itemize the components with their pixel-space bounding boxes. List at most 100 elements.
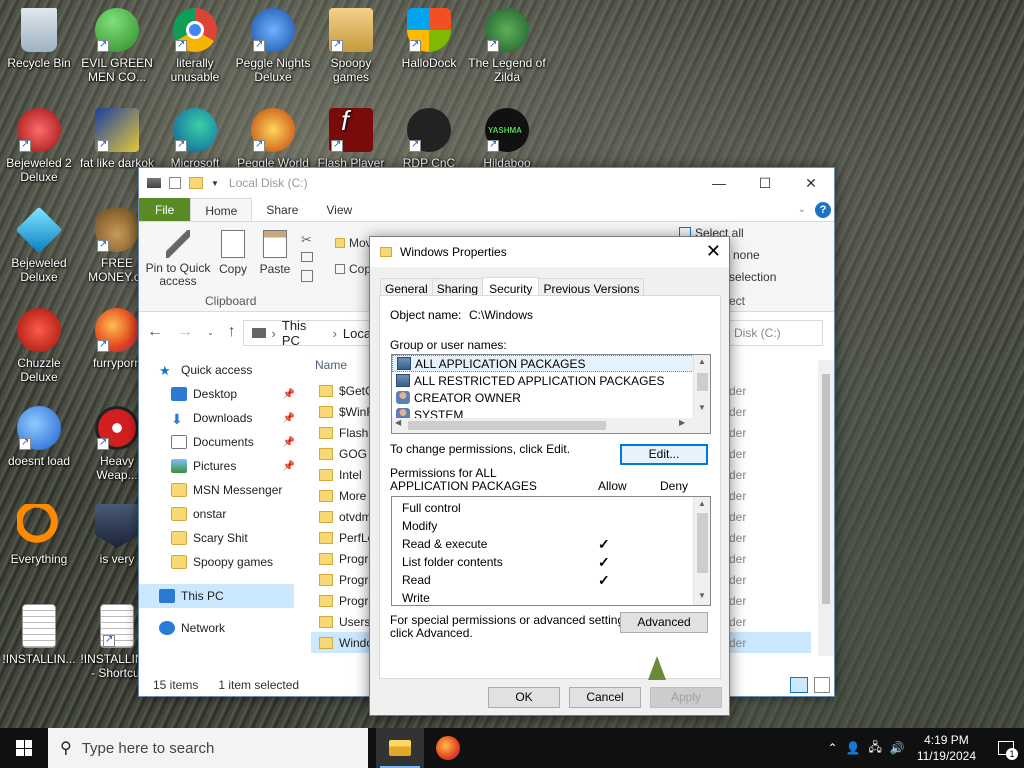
desktop-icon-zilda[interactable]: The Legend of Zilda: [468, 8, 546, 84]
pin-icon[interactable]: 📌: [283, 389, 295, 400]
advanced-button[interactable]: Advanced: [620, 612, 708, 633]
cut-icon[interactable]: ✂: [301, 232, 312, 248]
paste-button[interactable]: Paste: [255, 230, 295, 276]
volume-icon[interactable]: 🔊: [890, 741, 905, 755]
copy-to-button[interactable]: Cop: [335, 262, 371, 276]
edit-button[interactable]: Edit...: [620, 444, 708, 465]
properties-icon[interactable]: [169, 177, 181, 189]
desktop-icon-hallodock[interactable]: HalloDock: [390, 8, 468, 70]
recent-dropdown-icon[interactable]: ⌄: [207, 328, 214, 337]
desktop-icon-recycle-bin[interactable]: Recycle Bin: [0, 8, 78, 70]
tab-view[interactable]: View: [312, 198, 366, 221]
nav-documents[interactable]: Documents 📌: [139, 430, 299, 454]
people-icon[interactable]: 👤: [846, 741, 861, 755]
desktop-icon-peggle-world[interactable]: Peggle World: [234, 108, 312, 170]
nav-spoopy[interactable]: Spoopy games: [139, 550, 299, 574]
pin-icon[interactable]: 📌: [283, 461, 295, 472]
network-icon[interactable]: 🖧: [868, 738, 881, 759]
start-button[interactable]: [0, 728, 48, 768]
taskbar-file-explorer[interactable]: [376, 728, 424, 768]
desktop-icon-bejeweled2[interactable]: Bejeweled 2 Deluxe: [0, 108, 78, 184]
nav-msn[interactable]: MSN Messenger: [139, 478, 299, 502]
group-list[interactable]: ALL APPLICATION PACKAGES ALL RESTRICTED …: [391, 354, 711, 434]
taskbar-firefox[interactable]: [424, 728, 472, 768]
desktop-icon-spoopy[interactable]: Spoopy games: [312, 8, 390, 84]
nav-pictures[interactable]: Pictures 📌: [139, 454, 299, 478]
pin-quick-access-button[interactable]: Pin to Quick access: [145, 230, 211, 288]
desktop-icon-evil-green[interactable]: EVIL GREEN MEN CO...: [78, 8, 156, 84]
desktop-icon-flash[interactable]: f Flash Player: [312, 107, 390, 171]
address-bar[interactable]: › This PC › Local: [243, 318, 375, 348]
customize-qa-icon[interactable]: ▼: [211, 179, 219, 188]
scroll-up-icon[interactable]: ▲: [694, 499, 710, 508]
tab-share[interactable]: Share: [252, 198, 312, 221]
ok-button[interactable]: OK: [488, 687, 560, 708]
desktop-icon-edge[interactable]: Microsoft: [156, 108, 234, 170]
clock[interactable]: 4:19 PM 11/19/2024: [917, 732, 976, 764]
group-list-hscrollbar[interactable]: ◀ ▶: [392, 418, 710, 433]
notification-center-button[interactable]: 1: [988, 728, 1024, 768]
scroll-down-icon[interactable]: ▼: [694, 591, 710, 600]
paste-shortcut-icon[interactable]: [301, 270, 313, 282]
pin-icon[interactable]: 📌: [283, 413, 295, 424]
desktop-icon-bejeweled[interactable]: Bejeweled Deluxe: [0, 206, 78, 284]
hscroll-thumb[interactable]: [408, 421, 606, 430]
desktop-icon-everything[interactable]: Everything: [0, 504, 78, 566]
scroll-down-icon[interactable]: ▼: [694, 403, 710, 412]
scroll-thumb[interactable]: [697, 513, 708, 573]
desktop-icon-fat-like[interactable]: fat like darkok: [78, 108, 156, 170]
invert-selection-button[interactable]: selection: [729, 270, 776, 284]
desktop-icon-installing[interactable]: !INSTALLIN...: [0, 604, 78, 666]
nav-scary[interactable]: Scary Shit: [139, 526, 299, 550]
move-to-button[interactable]: Mov: [335, 236, 372, 250]
large-icons-view-icon[interactable]: [814, 677, 830, 693]
select-none-button[interactable]: none: [733, 248, 760, 262]
desktop-icon-peggle-nights[interactable]: Peggle Nights Deluxe: [234, 8, 312, 84]
scroll-thumb[interactable]: [697, 373, 708, 391]
help-icon[interactable]: ?: [815, 202, 831, 218]
nav-desktop[interactable]: Desktop 📌: [139, 382, 299, 406]
desktop-icon-thunderbird[interactable]: doesnt load: [0, 406, 78, 468]
new-folder-icon[interactable]: [189, 177, 203, 189]
search-input[interactable]: Disk (C:): [725, 320, 823, 346]
group-item-creator-owner[interactable]: CREATOR OWNER: [392, 389, 710, 406]
dialog-close-button[interactable]: ✕: [706, 241, 721, 261]
taskbar-search-input[interactable]: ⚲ Type here to search: [48, 728, 368, 768]
group-list-scrollbar[interactable]: ▲ ▼: [693, 355, 710, 419]
nav-thispc[interactable]: This PC: [139, 584, 294, 608]
group-item-restricted-packages[interactable]: ALL RESTRICTED APPLICATION PACKAGES: [392, 372, 710, 389]
chevron-up-icon[interactable]: ⌃: [827, 741, 837, 755]
nav-quick-access[interactable]: ★ Quick access: [139, 358, 299, 382]
explorer-vscrollbar[interactable]: [818, 360, 834, 656]
pin-icon[interactable]: 📌: [283, 437, 295, 448]
scroll-left-icon[interactable]: ◀: [395, 418, 401, 427]
nav-downloads[interactable]: ⬇ Downloads 📌: [139, 406, 299, 430]
close-button[interactable]: ✕: [788, 168, 834, 198]
desktop-icon-chrome[interactable]: literally unusable: [156, 8, 234, 84]
scroll-thumb[interactable]: [822, 374, 830, 604]
breadcrumb-thispc[interactable]: This PC: [282, 318, 327, 348]
cancel-button[interactable]: Cancel: [569, 687, 641, 708]
desktop-icon-chuzzle[interactable]: Chuzzle Deluxe: [0, 308, 78, 384]
desktop-icon-hildaboo[interactable]: YASHMA Hildaboo: [468, 108, 546, 170]
properties-dialog[interactable]: Windows Properties ✕ General Sharing Sec…: [369, 236, 730, 716]
ribbon-collapse-icon[interactable]: ⌄: [798, 204, 806, 215]
desktop-icon-rdp[interactable]: RDP CnC: [390, 108, 468, 170]
scroll-right-icon[interactable]: ▶: [679, 418, 685, 427]
minimize-button[interactable]: —: [696, 168, 742, 198]
tab-file[interactable]: File: [139, 198, 191, 221]
back-arrow-icon[interactable]: ←: [147, 323, 163, 341]
details-view-icon[interactable]: [790, 677, 808, 693]
nav-onstar[interactable]: onstar: [139, 502, 299, 526]
group-item-all-app-packages[interactable]: ALL APPLICATION PACKAGES: [392, 355, 710, 372]
scroll-up-icon[interactable]: ▲: [694, 357, 710, 366]
permissions-scrollbar[interactable]: ▲ ▼: [693, 497, 710, 605]
maximize-button[interactable]: ☐: [742, 168, 788, 198]
nav-network[interactable]: Network: [139, 616, 299, 640]
up-arrow-icon[interactable]: ↑: [228, 323, 236, 341]
copy-button[interactable]: Copy: [215, 230, 251, 276]
tab-home[interactable]: Home: [190, 198, 253, 221]
permissions-list[interactable]: Full control Modify Read & execute ✓ List fo…: [391, 496, 711, 606]
apply-button[interactable]: Apply: [650, 687, 722, 708]
forward-arrow-icon[interactable]: →: [177, 323, 193, 341]
